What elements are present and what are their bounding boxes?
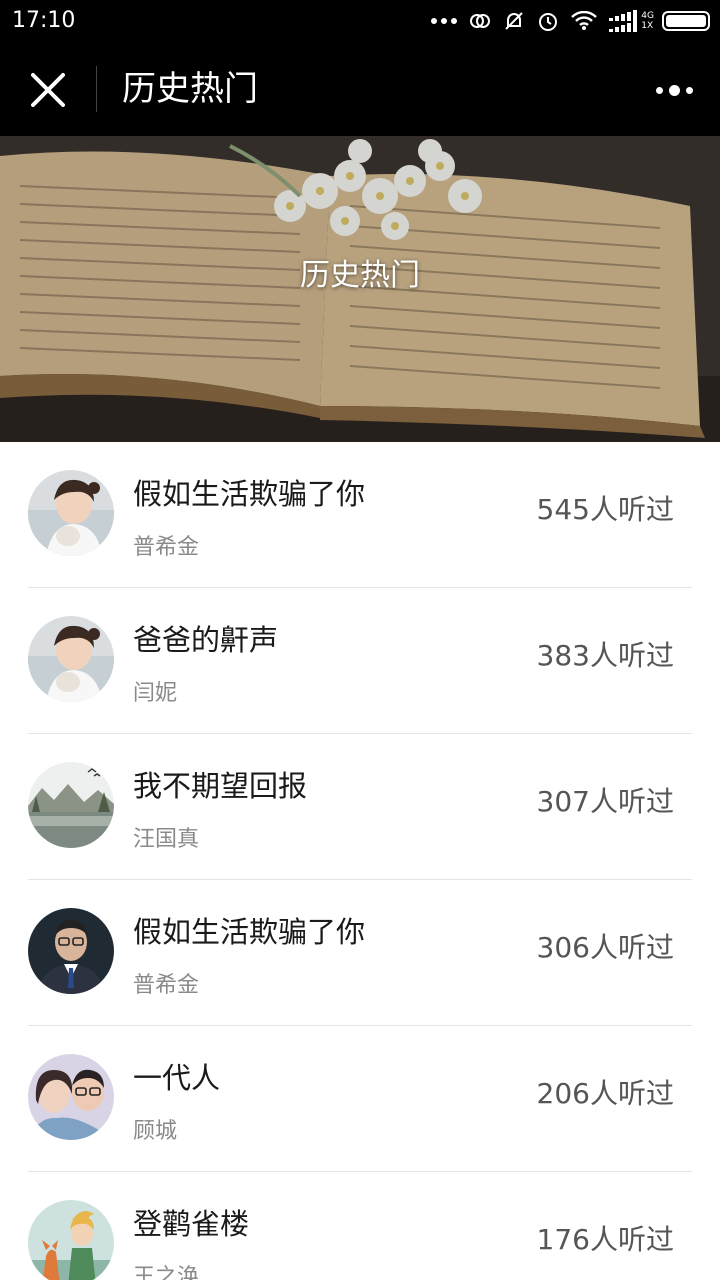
girl-photo-icon bbox=[28, 470, 114, 556]
item-author: 王之涣 bbox=[133, 1265, 200, 1280]
landscape-photo-icon bbox=[28, 762, 114, 848]
listen-count: 307人听过 bbox=[536, 785, 674, 818]
listen-count: 306人听过 bbox=[536, 931, 674, 964]
item-title: 假如生活欺骗了你 bbox=[133, 915, 366, 949]
item-author: 汪国真 bbox=[133, 827, 200, 852]
item-title: 一代人 bbox=[133, 1061, 221, 1095]
avatar bbox=[28, 616, 114, 702]
close-button[interactable] bbox=[20, 62, 76, 118]
girl-photo-icon bbox=[28, 616, 114, 702]
status-time: 17:10 bbox=[12, 8, 76, 33]
item-author: 顾城 bbox=[133, 1119, 178, 1144]
list-item[interactable]: 假如生活欺骗了你 普希金 306人听过 bbox=[0, 880, 720, 1026]
item-author: 闫妮 bbox=[133, 681, 178, 706]
listen-count: 383人听过 bbox=[536, 639, 674, 672]
item-title: 登鹳雀楼 bbox=[133, 1207, 250, 1241]
item-title: 我不期望回报 bbox=[133, 769, 308, 803]
nav-divider bbox=[96, 66, 97, 112]
signal-icon bbox=[609, 10, 638, 32]
page-title: 历史热门 bbox=[122, 69, 258, 109]
list-item[interactable]: 我不期望回报 汪国真 307人听过 bbox=[0, 734, 720, 880]
item-author: 普希金 bbox=[133, 535, 200, 560]
couple-photo-icon bbox=[28, 1054, 114, 1140]
nav-bar: 历史热门 bbox=[0, 44, 720, 136]
listen-count: 206人听过 bbox=[536, 1077, 674, 1110]
item-title: 爸爸的鼾声 bbox=[133, 623, 279, 657]
avatar bbox=[28, 1054, 114, 1140]
close-icon bbox=[31, 73, 65, 107]
list-item[interactable]: 登鹳雀楼 王之涣 176人听过 bbox=[0, 1172, 720, 1280]
wifi-icon bbox=[571, 11, 598, 31]
status-bar: 17:10 4G 1X bbox=[0, 0, 720, 44]
listen-count: 176人听过 bbox=[536, 1223, 674, 1256]
battery-icon bbox=[662, 11, 710, 31]
avatar bbox=[28, 470, 114, 556]
item-author: 普希金 bbox=[133, 973, 200, 998]
item-title: 假如生活欺骗了你 bbox=[133, 477, 366, 511]
man-photo-icon bbox=[28, 908, 114, 994]
avatar bbox=[28, 1200, 114, 1280]
banner: 历史热门 bbox=[0, 136, 720, 442]
list-item[interactable]: 一代人 顾城 206人听过 bbox=[0, 1026, 720, 1172]
network-type-label: 4G 1X bbox=[641, 11, 654, 31]
mute-bell-icon bbox=[503, 10, 525, 32]
sync-icon bbox=[469, 10, 491, 32]
list-item[interactable]: 假如生活欺骗了你 普希金 545人听过 bbox=[0, 442, 720, 588]
banner-title: 历史热门 bbox=[300, 258, 420, 293]
avatar bbox=[28, 908, 114, 994]
more-dots-icon bbox=[431, 18, 458, 24]
status-icons: 4G 1X bbox=[419, 8, 710, 34]
alarm-icon bbox=[537, 10, 559, 32]
list-item[interactable]: 爸爸的鼾声 闫妮 383人听过 bbox=[0, 588, 720, 734]
little-prince-photo-icon bbox=[28, 1200, 114, 1280]
more-icon bbox=[655, 86, 663, 94]
more-button[interactable] bbox=[650, 72, 698, 108]
listen-count: 545人听过 bbox=[536, 493, 674, 526]
poem-list: 假如生活欺骗了你 普希金 545人听过 爸爸的鼾声 闫妮 383人听过 我不期望… bbox=[0, 442, 720, 1280]
avatar bbox=[28, 762, 114, 848]
